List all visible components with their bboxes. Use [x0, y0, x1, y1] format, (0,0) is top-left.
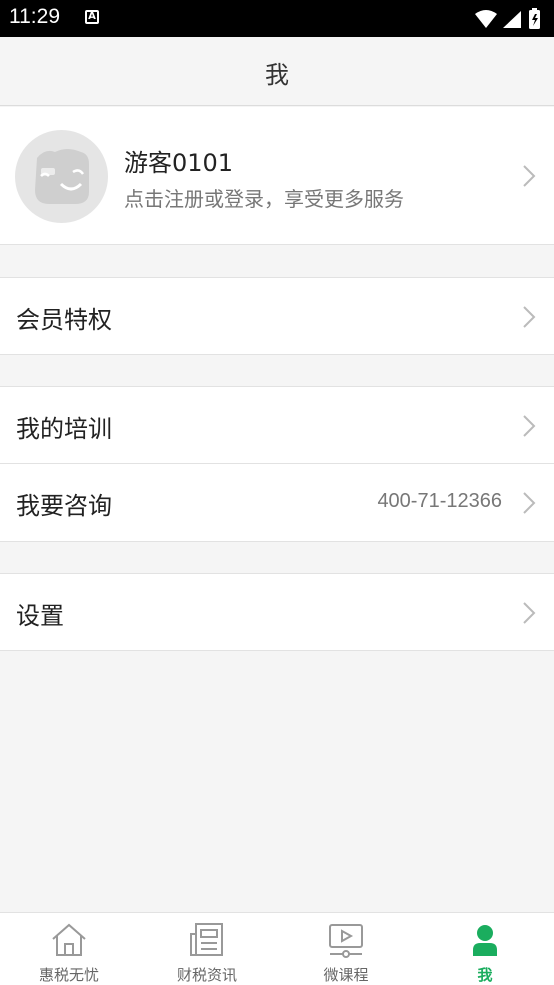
- menu-item-training[interactable]: 我的培训: [0, 386, 554, 464]
- menu-item-label: 会员特权: [16, 306, 112, 334]
- chevron-right-icon: [523, 165, 536, 187]
- tab-home[interactable]: 惠税无忧: [0, 913, 138, 985]
- menu-item-label: 我的培训: [16, 415, 112, 443]
- chevron-right-icon: [523, 415, 536, 437]
- home-icon: [52, 923, 86, 956]
- bottom-tab-bar: 惠税无忧 财税资讯 微课程 我: [0, 912, 554, 985]
- menu-item-consult[interactable]: 我要咨询 400-71-12366: [0, 464, 554, 542]
- profile-name: 游客0101: [124, 149, 234, 177]
- news-icon: [190, 923, 223, 956]
- tab-label: 财税资讯: [176, 966, 237, 984]
- menu-item-membership[interactable]: 会员特权: [0, 277, 554, 355]
- title-bar: 我: [0, 37, 554, 106]
- avatar: [15, 130, 108, 223]
- chevron-right-icon: [523, 602, 536, 624]
- profile-login-prompt: 点击注册或登录，享受更多服务: [124, 187, 404, 211]
- battery-icon: [529, 8, 540, 29]
- hotline-number: 400-71-12366: [377, 490, 502, 512]
- tab-courses[interactable]: 微课程: [277, 913, 415, 985]
- avatar-placeholder-icon: [35, 149, 89, 204]
- notification-icon: A: [85, 10, 99, 24]
- menu-item-label: 设置: [16, 602, 64, 630]
- tab-label: 我: [477, 966, 493, 984]
- chevron-right-icon: [523, 306, 536, 328]
- person-icon: [473, 925, 497, 956]
- tab-news[interactable]: 财税资讯: [138, 913, 276, 985]
- page-title: 我: [265, 61, 289, 89]
- menu-item-settings[interactable]: 设置: [0, 573, 554, 651]
- tab-label: 微课程: [323, 966, 369, 984]
- tab-label: 惠税无忧: [38, 966, 99, 984]
- signal-icon: [503, 11, 521, 28]
- chevron-right-icon: [523, 492, 536, 514]
- profile-card[interactable]: 游客0101 点击注册或登录，享受更多服务: [0, 107, 554, 245]
- video-icon: [329, 924, 363, 958]
- menu-item-label: 我要咨询: [16, 492, 112, 520]
- system-status-icons: [475, 8, 540, 29]
- tab-me[interactable]: 我: [416, 913, 554, 985]
- status-time: 11:29: [9, 5, 60, 28]
- wifi-icon: [475, 10, 497, 28]
- status-bar: 11:29 A: [0, 0, 554, 37]
